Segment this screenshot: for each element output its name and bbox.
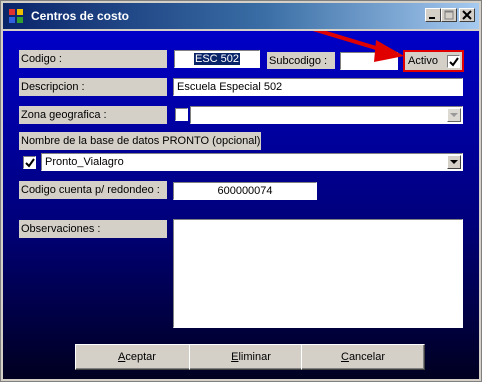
- base-datos-checkbox[interactable]: [23, 156, 36, 169]
- zona-label: Zona geografica :: [19, 106, 167, 124]
- cuenta-redondeo-field[interactable]: 600000074: [173, 182, 317, 200]
- codigo-label: Codigo :: [19, 50, 167, 68]
- activo-checkbox[interactable]: [447, 55, 460, 68]
- chevron-down-icon: [450, 160, 458, 164]
- base-datos-dropdown[interactable]: Pronto_Vialagro: [41, 153, 463, 171]
- eliminar-label: liminar: [238, 351, 271, 363]
- eliminar-button[interactable]: Eliminar: [189, 344, 313, 370]
- aceptar-label: ceptar: [125, 351, 156, 363]
- codigo-field[interactable]: ESC 502: [174, 50, 260, 68]
- maximize-icon: [444, 10, 454, 20]
- zona-dropdown-arrow[interactable]: [447, 108, 461, 122]
- codigo-value: ESC 502: [193, 53, 241, 65]
- base-datos-dropdown-arrow[interactable]: [447, 155, 461, 169]
- app-icon: [8, 8, 24, 24]
- observaciones-textarea[interactable]: [173, 219, 463, 328]
- centros-de-costo-window: Centros de costo Codigo : ESC 502 Subcod…: [0, 0, 482, 382]
- descripcion-label: Descripcion :: [19, 78, 167, 96]
- zona-dropdown[interactable]: [190, 106, 463, 124]
- cuenta-redondeo-label: Codigo cuenta p/ redondeo :: [19, 181, 167, 199]
- cancelar-label: ancelar: [348, 351, 386, 363]
- window-title: Centros de costo: [31, 9, 130, 23]
- title-bar[interactable]: Centros de costo: [3, 3, 479, 29]
- chevron-down-icon: [450, 113, 458, 117]
- cancelar-button[interactable]: Cancelar: [301, 344, 425, 370]
- checkmark-icon: [449, 57, 459, 67]
- observaciones-label: Observaciones :: [19, 220, 167, 238]
- maximize-button[interactable]: [441, 8, 457, 22]
- annotation-arrow-icon: [312, 31, 404, 62]
- checkmark-icon: [25, 158, 35, 168]
- descripcion-field[interactable]: Escuela Especial 502: [173, 78, 463, 96]
- base-datos-label: Nombre de la base de datos PRONTO (opcio…: [19, 132, 261, 150]
- base-datos-value: Pronto_Vialagro: [45, 156, 124, 168]
- minimize-button[interactable]: [425, 8, 441, 22]
- zona-checkbox[interactable]: [175, 108, 188, 121]
- minimize-icon: [429, 17, 435, 19]
- aceptar-button[interactable]: Aceptar: [75, 344, 199, 370]
- close-button[interactable]: [459, 8, 475, 22]
- close-icon: [462, 10, 472, 20]
- cancelar-mnemonic: C: [340, 351, 349, 363]
- form-area: Codigo : ESC 502 Subcodigo : Activo Desc…: [3, 31, 479, 379]
